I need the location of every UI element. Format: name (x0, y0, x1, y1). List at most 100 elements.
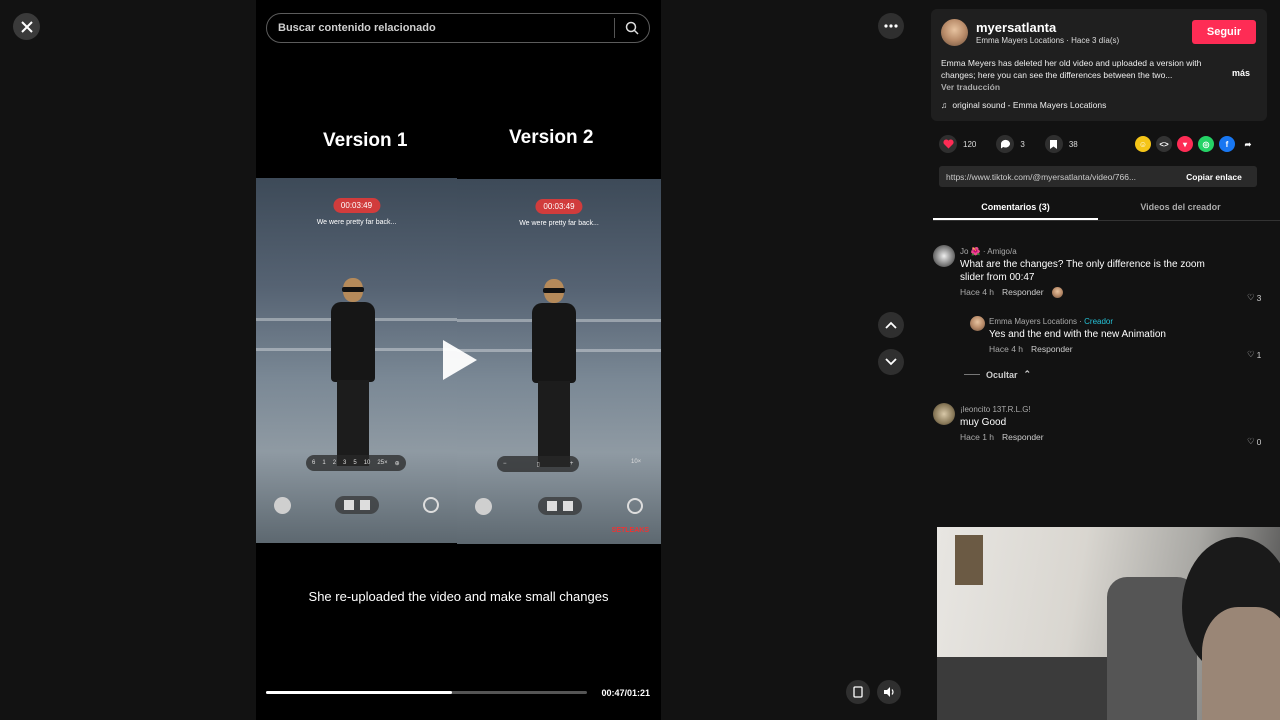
previous-video-button[interactable] (878, 312, 904, 338)
webcam-person-face (1202, 607, 1280, 720)
comment-text: What are the changes? The only differenc… (960, 259, 1205, 283)
avatar[interactable] (933, 245, 955, 267)
music-note-icon: ♫ (941, 100, 948, 110)
sound-link[interactable]: ♫ original sound - Emma Mayers Locations (941, 100, 1106, 110)
webcam-bed (937, 657, 1107, 720)
heart-icon (942, 139, 954, 149)
zoom-label: 6 (312, 460, 316, 466)
share-options: ☺ <> ▾ ◎ f ➦ (1135, 136, 1256, 152)
heart-outline-icon: ♡ (1247, 292, 1255, 302)
video-player[interactable]: Buscar contenido relacionado Version 1 V… (256, 0, 661, 720)
comment-time: Hace 4 h (960, 287, 995, 297)
avatar[interactable] (970, 316, 985, 331)
embed-icon[interactable]: <> (1156, 136, 1172, 152)
slider-knob-icon: ▯ (536, 461, 540, 468)
rotate-icon (627, 498, 643, 514)
mini-player-button[interactable] (846, 680, 870, 704)
comment-like-count: 3 (1256, 292, 1262, 303)
clip-version-2: 00:03:49 We were pretty far back... − ▯ … (457, 179, 661, 544)
comment-item: ¡leoncito 13T.R.L.G! muy Good Hace 1 h R… (960, 405, 1230, 442)
close-icon (20, 20, 33, 33)
facebook-icon[interactable]: f (1219, 136, 1235, 152)
comment-meta: Hace 4 h Responder (989, 344, 1239, 354)
save-button[interactable] (1044, 135, 1063, 153)
close-button[interactable] (13, 13, 40, 40)
comment-author[interactable]: Emma Mayers Locations (989, 317, 1077, 326)
record-icon (274, 496, 291, 514)
reply-button[interactable]: Responder (1031, 344, 1073, 354)
whatsapp-icon[interactable]: ◎ (1198, 136, 1214, 152)
translate-link[interactable]: Ver traducción (941, 82, 1000, 92)
video-viewer: Buscar contenido relacionado Version 1 V… (0, 0, 918, 720)
webcam-overlay (937, 527, 1280, 720)
video-url: https://www.tiktok.com/@myersatlanta/vid… (946, 171, 1137, 182)
reply-item: Emma Mayers Locations · Creador Yes and … (989, 317, 1239, 354)
comment-time: Hace 1 h (960, 432, 995, 442)
reply-button[interactable]: Responder (1002, 432, 1044, 442)
sound-name: original sound - Emma Mayers Locations (952, 100, 1107, 110)
version-1-title: Version 1 (323, 130, 408, 151)
app-root: Buscar contenido relacionado Version 1 V… (0, 0, 1280, 720)
comment-icon (1000, 139, 1010, 149)
creator-badge: Creador (1084, 317, 1114, 326)
related-search[interactable]: Buscar contenido relacionado (266, 13, 650, 43)
rotate-icon (423, 497, 439, 513)
comment-like-count: 0 (1256, 436, 1262, 447)
like-button[interactable] (939, 135, 957, 153)
version-2-title: Version 2 (509, 127, 594, 148)
heart-outline-icon: ♡ (1247, 436, 1255, 446)
chevron-up-icon (885, 321, 897, 329)
zoom-label: 1 (322, 460, 326, 466)
comment-item: Jo 🌺 · Amigo/a What are the changes? The… (960, 247, 1230, 298)
comment-author[interactable]: ¡leoncito 13T.R.L.G! (960, 405, 1230, 414)
search-icon (625, 21, 639, 35)
comment-text: muy Good (960, 417, 1007, 428)
comment-count: 3 (1020, 139, 1025, 149)
comment-like[interactable]: ♡ 0 (1247, 436, 1261, 447)
pause-stop-icons (537, 497, 582, 515)
avatar[interactable] (941, 19, 968, 46)
avatar[interactable] (933, 403, 955, 425)
time-display: 00:47/01:21 (601, 688, 650, 698)
tab-comments[interactable]: Comentarios (3) (933, 197, 1098, 220)
performer (527, 279, 581, 469)
play-icon[interactable] (443, 340, 477, 380)
progress-fill (266, 691, 453, 694)
repost-icon[interactable]: ☺ (1135, 136, 1151, 152)
post-description: Emma Meyers has deleted her old video an… (941, 58, 1202, 80)
hide-replies-button[interactable]: Ocultar ⌃ (964, 369, 1031, 380)
clip-timer: 00:03:49 (535, 199, 583, 214)
follow-button[interactable]: Seguir (1192, 20, 1256, 44)
volume-button[interactable] (877, 680, 901, 704)
share-icon[interactable]: ➦ (1240, 136, 1256, 152)
clip-timer: 00:03:49 (332, 198, 381, 213)
next-video-button[interactable] (878, 349, 904, 375)
reply-author-row: Emma Mayers Locations · Creador (989, 317, 1114, 326)
search-button[interactable] (615, 21, 649, 35)
save-count: 38 (1068, 139, 1078, 149)
comment-like[interactable]: ♡ 3 (1247, 292, 1261, 303)
tab-creator-videos[interactable]: Videos del creador (1098, 197, 1263, 220)
send-icon[interactable]: ▾ (1177, 136, 1193, 152)
username[interactable]: myersatlanta (976, 20, 1056, 35)
comment-meta: Hace 4 h Responder (960, 287, 1230, 298)
more-link[interactable]: más (1232, 68, 1250, 78)
divider-line (964, 374, 980, 375)
progress-bar[interactable] (266, 691, 587, 694)
search-input[interactable]: Buscar contenido relacionado (267, 22, 614, 34)
zoom-slider: − ▯ + (497, 456, 580, 472)
bookmark-icon (1050, 139, 1058, 149)
reply-button[interactable]: Responder (1002, 287, 1044, 298)
clip-subtitle: We were pretty far back... (519, 220, 599, 227)
zoom-label: 3 (343, 460, 347, 466)
post-subtitle: Emma Mayers Locations · Hace 3 día(s) (976, 36, 1120, 45)
comment-like[interactable]: ♡ 1 (1247, 349, 1261, 360)
zoom-label: 5 (353, 460, 357, 466)
comment-like-count: 1 (1256, 349, 1262, 360)
copy-link-box: https://www.tiktok.com/@myersatlanta/vid… (939, 166, 1257, 187)
copy-link-button[interactable]: Copiar enlace (1171, 172, 1257, 182)
comment-button[interactable] (996, 135, 1015, 153)
comment-author[interactable]: Jo 🌺 · Amigo/a (960, 247, 1230, 256)
clip-version-1: 00:03:49 We were pretty far back... 6 1 … (256, 178, 457, 543)
more-options-button[interactable] (878, 13, 904, 39)
